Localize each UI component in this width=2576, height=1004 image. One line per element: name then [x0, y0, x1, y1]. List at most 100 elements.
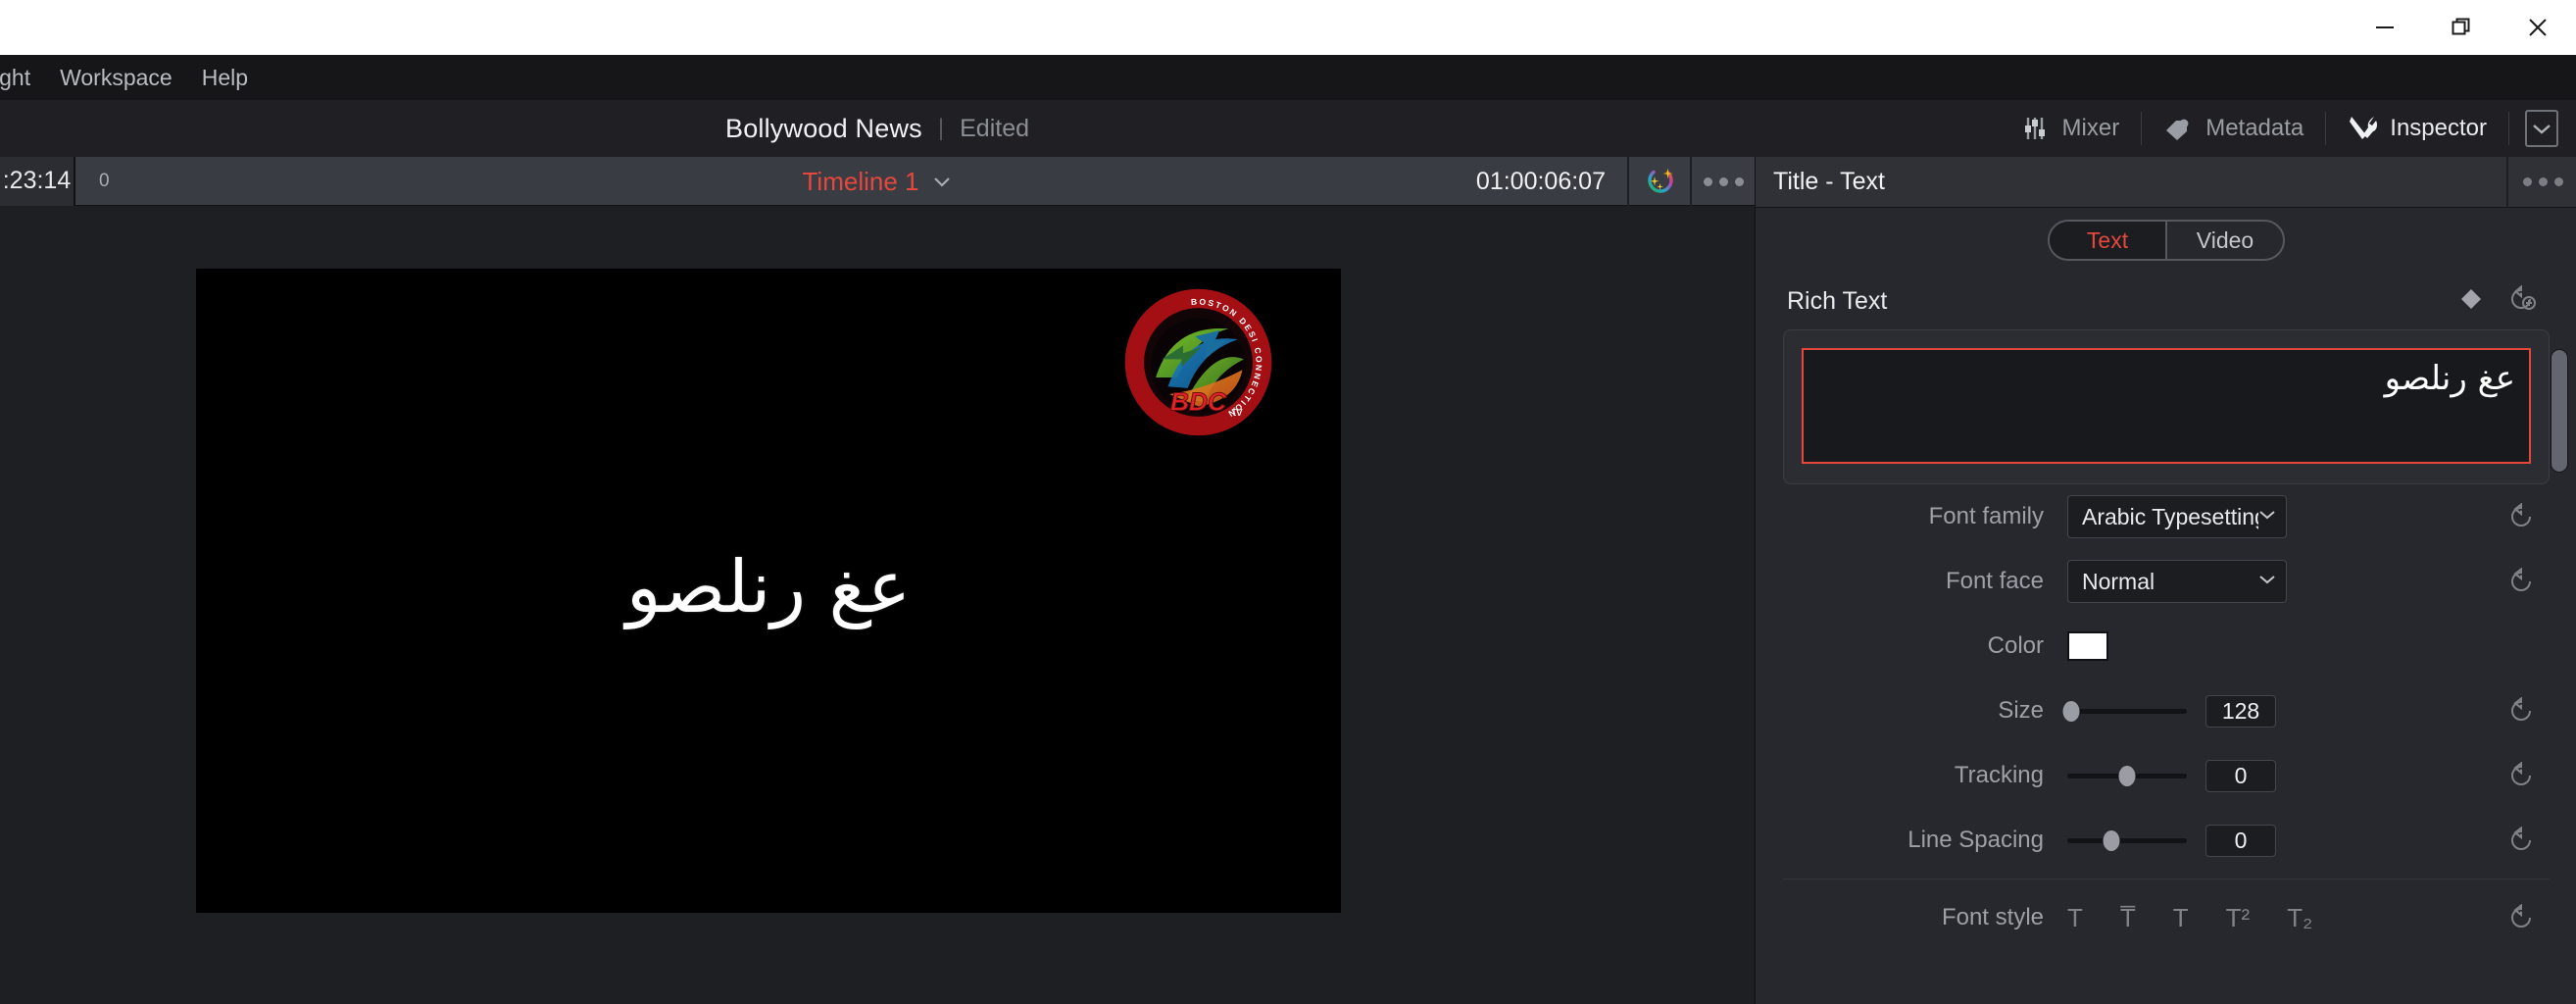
- line-spacing-label: Line Spacing: [1907, 827, 2044, 853]
- subscript-icon[interactable]: T₂: [2287, 903, 2312, 933]
- restore-icon[interactable]: [2423, 0, 2500, 55]
- metadata-label: Metadata: [2205, 115, 2304, 141]
- section-title: Rich Text: [1787, 286, 1888, 315]
- project-state: Edited: [960, 114, 1029, 142]
- overline-icon[interactable]: T̅: [2120, 903, 2136, 933]
- rich-text-input[interactable]: عغ رنلصو: [1802, 348, 2531, 464]
- chevron-down-icon: [2258, 573, 2276, 590]
- dot: [1703, 176, 1712, 186]
- svg-text:tv: tv: [1232, 404, 1243, 419]
- font-style-reset-button[interactable]: [2493, 904, 2550, 931]
- video-preview[interactable]: عغ رنلصو BOSTON DESI CONNECTION BDC tv: [196, 269, 1341, 913]
- line-spacing-value[interactable]: 0: [2205, 824, 2276, 857]
- svg-text:BDC: BDC: [1170, 386, 1227, 416]
- size-slider[interactable]: [2062, 699, 2187, 723]
- project-title-group: Bollywood News | Edited: [0, 100, 1755, 157]
- toggle-divider: [2508, 112, 2509, 145]
- slider-track: [2067, 708, 2187, 714]
- font-face-reset-button[interactable]: [2493, 568, 2550, 595]
- font-family-reset-button[interactable]: [2493, 503, 2550, 530]
- metadata-icon: [2163, 115, 2195, 142]
- panel-dropdown-button[interactable]: [2525, 110, 2558, 147]
- inspector-header: Title - Text: [1756, 156, 2576, 208]
- line-spacing-slider[interactable]: [2067, 828, 2187, 852]
- property-row-tracking: Tracking 0: [1756, 743, 2576, 808]
- timeline-options-button[interactable]: [1692, 157, 1755, 206]
- mixer-label: Mixer: [2061, 115, 2120, 141]
- davinci-resolve-window: ight Workspace Help Bollywood News | Edi…: [0, 0, 2576, 1004]
- font-family-dropdown[interactable]: Arabic Typesetting: [2067, 495, 2287, 538]
- tracking-reset-button[interactable]: [2493, 762, 2550, 789]
- chevron-down-icon[interactable]: [932, 176, 952, 188]
- size-value[interactable]: 128: [2205, 694, 2276, 728]
- slider-track: [2067, 837, 2187, 843]
- property-row-font-family: Font family Arabic Typesetting: [1756, 484, 2576, 549]
- ai-magic-icon[interactable]: [1629, 157, 1690, 206]
- font-style-icon-group: T T̅ T T² T₂: [2067, 903, 2312, 933]
- menu-item-fairlight[interactable]: ight: [0, 65, 45, 91]
- font-face-dropdown[interactable]: Normal: [2067, 560, 2287, 603]
- menu-bar: ight Workspace Help: [0, 55, 2576, 100]
- close-icon[interactable]: [2500, 0, 2576, 55]
- tab-video[interactable]: Video: [2167, 222, 2283, 259]
- font-family-label: Font family: [1928, 503, 2044, 529]
- panel-toggle-group: Mixer Metadata Inspector: [2001, 100, 2576, 157]
- marker-count: 0: [99, 170, 110, 191]
- minimize-icon[interactable]: [2347, 0, 2423, 55]
- inspector-title: Title - Text: [1773, 168, 1885, 195]
- mixer-toggle[interactable]: Mixer: [2001, 100, 2142, 157]
- slider-knob[interactable]: [2118, 765, 2136, 786]
- source-timecode: :23:14: [0, 156, 75, 206]
- property-row-font-face: Font face Normal: [1756, 549, 2576, 614]
- slider-knob[interactable]: [2062, 700, 2080, 722]
- project-separator: |: [937, 115, 945, 141]
- project-title-bar: Bollywood News | Edited Mixer Metadata I…: [0, 100, 2576, 157]
- rich-text-card: عغ رنلصو: [1783, 329, 2550, 484]
- property-row-size: Size 128: [1756, 678, 2576, 743]
- channel-logo: BOSTON DESI CONNECTION BDC tv: [1122, 286, 1274, 438]
- font-style-label: Font style: [1941, 904, 2044, 930]
- italic-icon[interactable]: T: [2173, 903, 2189, 933]
- color-label: Color: [1987, 632, 2044, 659]
- chevron-down-icon: [2258, 508, 2276, 526]
- menu-item-help[interactable]: Help: [187, 65, 263, 91]
- menu-item-workspace[interactable]: Workspace: [45, 65, 187, 91]
- project-name: Bollywood News: [724, 113, 922, 143]
- dot: [1718, 176, 1728, 186]
- inspector-panel: Title - Text Text Video Rich Text عغ رنل…: [1755, 156, 2576, 1004]
- dot: [2538, 177, 2548, 186]
- tab-text[interactable]: Text: [2050, 222, 2165, 259]
- viewer-panel: :23:14 0 Timeline 1 01:00:06:07 عغ رنلصو…: [0, 156, 1755, 1004]
- font-family-value: Arabic Typesetting: [2082, 503, 2258, 529]
- section-divider: [1783, 878, 2550, 879]
- inspector-options-button[interactable]: [2508, 157, 2576, 208]
- timeline-header-bar: :23:14 0 Timeline 1 01:00:06:07: [0, 156, 1755, 206]
- inspector-label: Inspector: [2390, 115, 2487, 141]
- tracking-label: Tracking: [1954, 762, 2044, 788]
- inspector-icon: [2348, 114, 2379, 143]
- inspector-toggle[interactable]: Inspector: [2326, 100, 2508, 157]
- line-spacing-reset-button[interactable]: [2493, 827, 2550, 854]
- rich-text-section-header: Rich Text: [1756, 273, 2576, 329]
- section-icon-group: [2459, 283, 2536, 318]
- timeline-right-group: 01:00:06:07: [1455, 157, 1755, 206]
- font-face-value: Normal: [2082, 568, 2155, 594]
- reset-add-icon[interactable]: [2508, 283, 2536, 318]
- superscript-icon[interactable]: T²: [2226, 903, 2251, 933]
- keyframe-diamond-icon[interactable]: [2459, 287, 2483, 316]
- inspector-scroll-area: Rich Text عغ رنلصو Font family Arabic Ty…: [1756, 273, 2576, 1004]
- bold-icon[interactable]: T: [2067, 903, 2083, 933]
- color-swatch[interactable]: [2067, 631, 2108, 661]
- inspector-scrollbar[interactable]: [2551, 349, 2568, 473]
- dot: [1734, 176, 1744, 186]
- tracking-slider[interactable]: [2067, 764, 2187, 787]
- timeline-name[interactable]: Timeline 1: [803, 167, 919, 197]
- mixer-icon: [2022, 114, 2052, 143]
- size-reset-button[interactable]: [2493, 697, 2550, 725]
- tracking-value[interactable]: 0: [2205, 759, 2276, 792]
- slider-knob[interactable]: [2103, 829, 2120, 851]
- viewer-stage: عغ رنلصو BOSTON DESI CONNECTION BDC tv: [0, 206, 1755, 1004]
- metadata-toggle[interactable]: Metadata: [2142, 100, 2325, 157]
- os-title-bar: [0, 0, 2576, 55]
- current-timecode[interactable]: 01:00:06:07: [1455, 157, 1627, 206]
